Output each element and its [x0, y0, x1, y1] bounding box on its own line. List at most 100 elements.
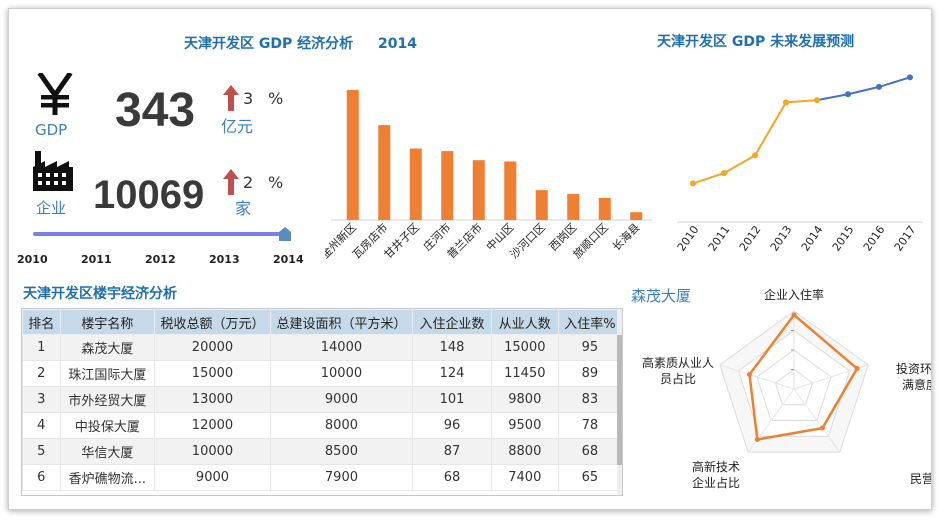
table-cell: 香炉礁物流...: [59, 464, 156, 491]
table-row[interactable]: 1 森茂大厦 20000 14000 148 15000 95: [22, 334, 622, 361]
table-cell: 9000: [269, 386, 414, 413]
radar-axis-label: 高新技术企业占比: [692, 459, 740, 490]
radar-point: [819, 425, 825, 431]
column-header[interactable]: 排名: [22, 309, 61, 335]
column-header[interactable]: 入住企业数: [412, 309, 492, 335]
slider-track: [33, 232, 285, 236]
radar-axis-label: 高素质从业人员占比: [642, 355, 714, 386]
table-cell: 8000: [269, 412, 414, 439]
radar-point: [746, 372, 752, 378]
table-cell: 市外经贸大厦: [59, 386, 156, 413]
table-cell: 10000: [154, 438, 271, 465]
table-cell: 20000: [154, 334, 271, 361]
radar-axis-label: 企业入住率: [764, 287, 824, 302]
table-cell: 5: [22, 438, 61, 465]
year-label[interactable]: 2014: [273, 253, 304, 266]
x-tick-label: 2015: [830, 223, 857, 253]
table-cell: 11450: [490, 360, 559, 387]
data-point: [814, 97, 820, 104]
bar: [378, 125, 391, 220]
x-tick-label: 甘井子区: [381, 220, 422, 261]
table-cell: 68: [557, 438, 622, 465]
table-row[interactable]: 2 珠江国际大厦 15000 10000 124 11450 89: [22, 360, 622, 387]
table-cell: 4: [22, 412, 61, 439]
x-tick-label: 沙河口区: [508, 221, 548, 261]
radar-point: [791, 312, 797, 318]
bar: [504, 161, 517, 220]
companies-unit: 家: [235, 199, 252, 218]
bar: [409, 148, 422, 220]
table-row[interactable]: 6 香炉礁物流... 9000 7900 68 7400 65: [22, 464, 622, 491]
gdp-pct: %: [268, 89, 284, 108]
table-cell: 中投保大厦: [59, 412, 156, 439]
forecast-title: 天津开发区 GDP 未来发展预测: [657, 34, 855, 50]
bar: [535, 190, 548, 220]
table-cell: 7900: [269, 464, 414, 491]
table-cell: 9000: [154, 464, 271, 491]
overview-title: 天津开发区 GDP 经济分析 2014: [184, 36, 417, 52]
year-label[interactable]: 2010: [17, 253, 48, 266]
bar: [472, 160, 485, 220]
x-tick-label: 长海县: [609, 220, 642, 253]
column-header[interactable]: 总建设面积（平方米）: [269, 309, 414, 335]
column-header[interactable]: 入住率%: [557, 309, 622, 335]
table-cell: 83: [557, 386, 622, 413]
table-cell: 森茂大厦: [59, 334, 156, 361]
factory-icon: [31, 151, 75, 193]
forecast-line: [816, 76, 911, 102]
table-cell: 78: [557, 412, 622, 439]
bar: [441, 151, 454, 220]
table-cell: 9800: [490, 386, 559, 413]
table-cell: 6: [22, 464, 61, 491]
table-row[interactable]: 4 中投保大厦 12000 8000 96 9500 78: [22, 412, 622, 439]
yen-icon: [35, 71, 75, 117]
table-cell: 12000: [154, 412, 271, 439]
bar: [630, 212, 643, 220]
table-cell: 87: [412, 438, 492, 465]
year-label[interactable]: 2013: [209, 253, 240, 266]
year-label[interactable]: 2012: [145, 253, 176, 266]
data-point: [783, 99, 789, 106]
data-point: [907, 74, 913, 81]
column-header[interactable]: 从业人数: [490, 309, 559, 335]
table-cell: 1: [22, 334, 61, 361]
table-cell: 15000: [154, 360, 271, 387]
table-cell: 15000: [490, 334, 559, 361]
slider-handle[interactable]: [279, 226, 291, 245]
overview-year: 2014: [378, 36, 417, 52]
bar: [567, 194, 580, 220]
table-cell: 7400: [490, 464, 559, 491]
x-tick-label: 2017: [892, 223, 919, 253]
table-cell: 96: [412, 412, 492, 439]
data-point: [876, 83, 882, 90]
table-cell: 13000: [154, 386, 271, 413]
table-row[interactable]: 5 华信大厦 10000 8500 87 8800 68: [22, 438, 622, 465]
companies-label: 企业: [36, 199, 67, 217]
data-point: [845, 91, 851, 98]
companies-value: 10069: [93, 173, 205, 217]
table-cell: 101: [412, 386, 492, 413]
year-slider[interactable]: 2010 2011 2012 2013 2014: [17, 226, 304, 273]
table-cell: 8800: [490, 438, 559, 465]
data-point: [752, 152, 758, 159]
column-header[interactable]: 楼宇名称: [59, 309, 156, 335]
x-tick-label: 2016: [861, 223, 888, 253]
data-point: [690, 180, 696, 187]
companies-pct: %: [268, 173, 284, 192]
bar: [598, 197, 611, 220]
forecast-line-chart: 2010 2011 2012 2013 2014 2015 2016 2017: [675, 74, 923, 254]
buildings-table: 排名 楼宇名称 税收总额（万元） 总建设面积（平方米） 入住企业数 从业人数 入住率% 1森…: [22, 309, 622, 491]
radar-chart: 企业入住率投资环境满意度民营占比 高新技术企业占比 高素质从业人员占比: [642, 287, 931, 490]
buildings-title: 天津开发区楼宇经济分析: [23, 286, 177, 302]
arrow-up-icon: [223, 85, 239, 115]
gdp-unit: 亿元: [221, 117, 254, 136]
table-cell: 8500: [269, 438, 414, 465]
table-cell: 珠江国际大厦: [59, 360, 156, 387]
table-row[interactable]: 3 市外经贸大厦 13000 9000 101 9800 83: [22, 386, 622, 413]
table-cell: 华信大厦: [59, 438, 156, 465]
x-tick-label: 旅顺口区: [570, 220, 611, 261]
year-label[interactable]: 2011: [81, 253, 112, 266]
column-header[interactable]: 税收总额（万元）: [154, 309, 271, 335]
buildings-table-container: 排名 楼宇名称 税收总额（万元） 总建设面积（平方米） 入住企业数 从业人数 入住率% 1森…: [21, 308, 623, 496]
companies-change: 2: [243, 173, 254, 192]
